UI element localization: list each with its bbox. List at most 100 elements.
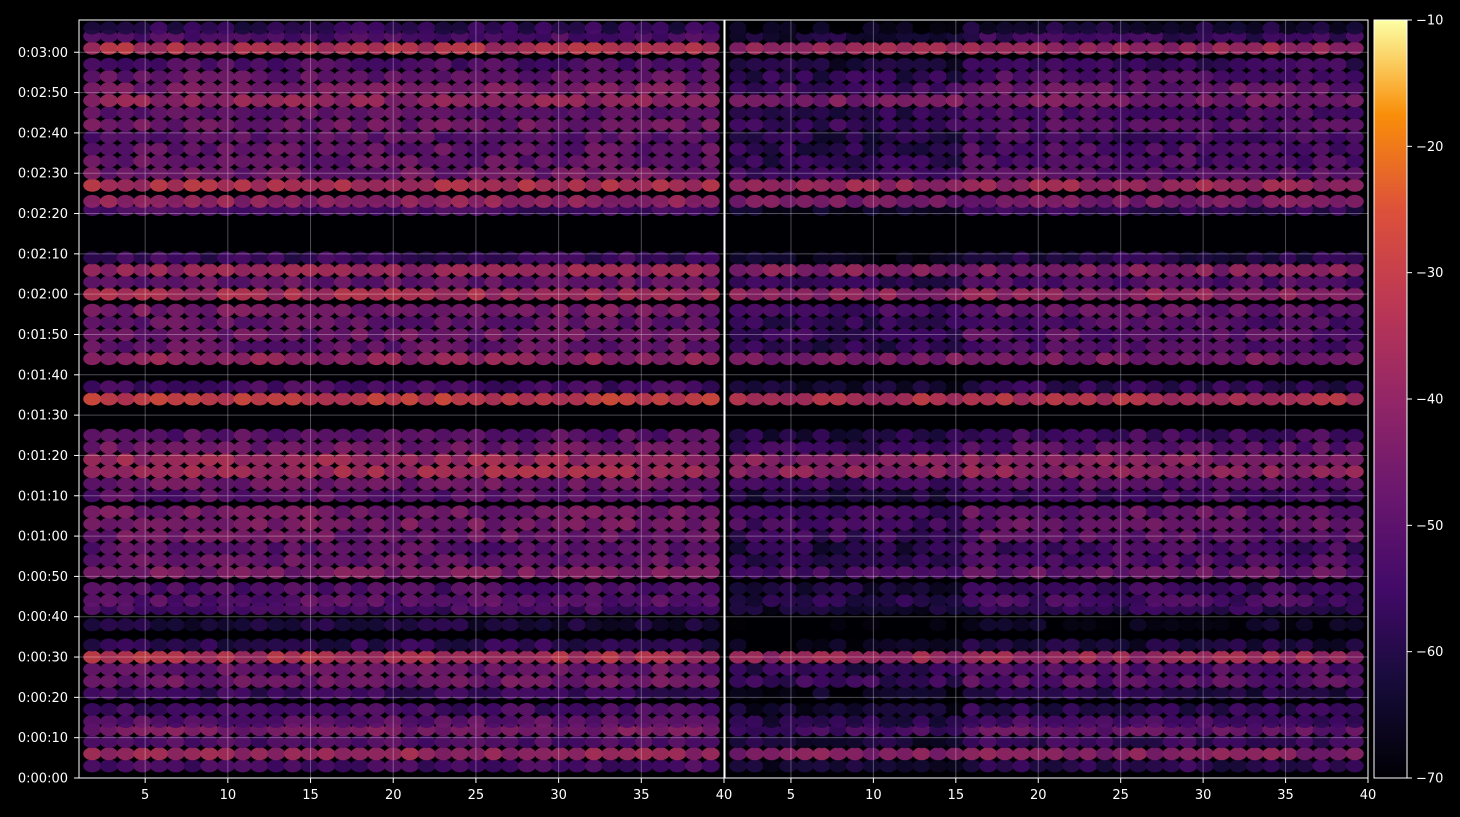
- heatmap-cell: [333, 130, 352, 144]
- heatmap-cell: [862, 452, 881, 466]
- heatmap-cell: [1095, 662, 1114, 676]
- heatmap-cell: [1062, 69, 1081, 83]
- heatmap-cell: [862, 686, 881, 700]
- heatmap-cell: [300, 702, 319, 716]
- heatmap-cell: [116, 41, 135, 55]
- heatmap-cell: [216, 541, 235, 555]
- heatmap-cell: [300, 69, 319, 83]
- heatmap-cell: [150, 380, 169, 394]
- heatmap-cell: [584, 440, 603, 454]
- heatmap-cell: [350, 106, 369, 120]
- heatmap-cell: [1245, 392, 1264, 406]
- heatmap-cell: [166, 582, 185, 595]
- heatmap-cell: [133, 57, 152, 71]
- heatmap-cell: [862, 57, 881, 71]
- heatmap-cell: [812, 477, 831, 491]
- heatmap-cell: [216, 57, 235, 71]
- heatmap-cell: [1162, 380, 1181, 394]
- heatmap-cell: [267, 594, 286, 608]
- heatmap-cell: [895, 505, 914, 519]
- y-tick-label: 0:00:30: [18, 651, 68, 666]
- heatmap-cell: [1145, 340, 1164, 354]
- heatmap-cell: [1095, 638, 1114, 652]
- heatmap-cell: [1245, 759, 1264, 773]
- heatmap-cell: [1329, 94, 1348, 108]
- heatmap-cell: [116, 618, 135, 632]
- heatmap-cell: [618, 57, 637, 71]
- heatmap-cell: [551, 686, 570, 700]
- heatmap-cell: [116, 154, 135, 168]
- heatmap-cell: [601, 517, 620, 531]
- heatmap-cell: [1245, 553, 1264, 567]
- heatmap-cell: [133, 178, 152, 192]
- heatmap-cell: [685, 759, 704, 773]
- heatmap-cell: [367, 638, 386, 652]
- heatmap-cell: [1179, 747, 1198, 761]
- heatmap-cell: [1112, 517, 1131, 531]
- heatmap-cell: [584, 517, 603, 531]
- heatmap-cell: [451, 82, 470, 96]
- heatmap-cell: [216, 251, 235, 265]
- heatmap-cell: [183, 686, 202, 700]
- heatmap-cell: [634, 41, 653, 55]
- heatmap-cell: [995, 702, 1014, 716]
- heatmap-cell: [484, 263, 503, 277]
- heatmap-cell: [83, 94, 102, 108]
- heatmap-cell: [1295, 263, 1314, 277]
- heatmap-cell: [133, 428, 152, 442]
- heatmap-cell: [895, 759, 914, 773]
- heatmap-cell: [517, 57, 536, 71]
- heatmap-cell: [233, 541, 252, 555]
- heatmap-cell: [829, 142, 848, 156]
- heatmap-cell: [829, 565, 848, 579]
- heatmap-cell: [216, 759, 235, 773]
- heatmap-cell: [779, 154, 798, 168]
- heatmap-cell: [1162, 618, 1181, 632]
- heatmap-cell: [216, 452, 235, 466]
- heatmap-cell: [1179, 69, 1198, 83]
- heatmap-cell: [400, 194, 419, 208]
- heatmap-cell: [1162, 352, 1181, 366]
- heatmap-cell: [166, 392, 185, 406]
- heatmap-cell: [250, 69, 269, 83]
- heatmap-cell: [400, 618, 419, 632]
- heatmap-cell: [1279, 618, 1298, 632]
- heatmap-cell: [300, 275, 319, 289]
- heatmap-cell: [1079, 674, 1098, 688]
- heatmap-cell: [1262, 735, 1281, 749]
- heatmap-cell: [133, 21, 152, 35]
- heatmap-cell: [501, 82, 520, 96]
- heatmap-cell: [1062, 686, 1081, 700]
- heatmap-cell: [701, 662, 720, 676]
- heatmap-cell: [895, 392, 914, 406]
- heatmap-cell: [467, 541, 486, 555]
- heatmap-cell: [183, 315, 202, 329]
- heatmap-cell: [1229, 130, 1248, 144]
- heatmap-cell: [1112, 380, 1131, 394]
- heatmap-cell: [795, 41, 814, 55]
- heatmap-cell: [1329, 142, 1348, 156]
- heatmap-cell: [1279, 352, 1298, 366]
- heatmap-cell: [350, 352, 369, 366]
- heatmap-cell: [685, 178, 704, 192]
- heatmap-cell: [1062, 154, 1081, 168]
- heatmap-cell: [845, 82, 864, 96]
- heatmap-cell: [668, 735, 687, 749]
- heatmap-cell: [434, 21, 453, 35]
- heatmap-cell: [1229, 82, 1248, 96]
- heatmap-cell: [795, 352, 814, 366]
- heatmap-cell: [484, 392, 503, 406]
- heatmap-cell: [879, 142, 898, 156]
- heatmap-cell: [1012, 465, 1031, 479]
- heatmap-cell: [1012, 154, 1031, 168]
- heatmap-cell: [333, 674, 352, 688]
- heatmap-cell: [1079, 69, 1098, 83]
- heatmap-cell: [283, 352, 302, 366]
- heatmap-cell: [133, 275, 152, 289]
- heatmap-cell: [745, 452, 764, 466]
- heatmap-cell: [701, 465, 720, 479]
- heatmap-cell: [484, 340, 503, 354]
- heatmap-cell: [979, 69, 998, 83]
- heatmap-cell: [1312, 130, 1331, 144]
- heatmap-cell: [501, 582, 520, 595]
